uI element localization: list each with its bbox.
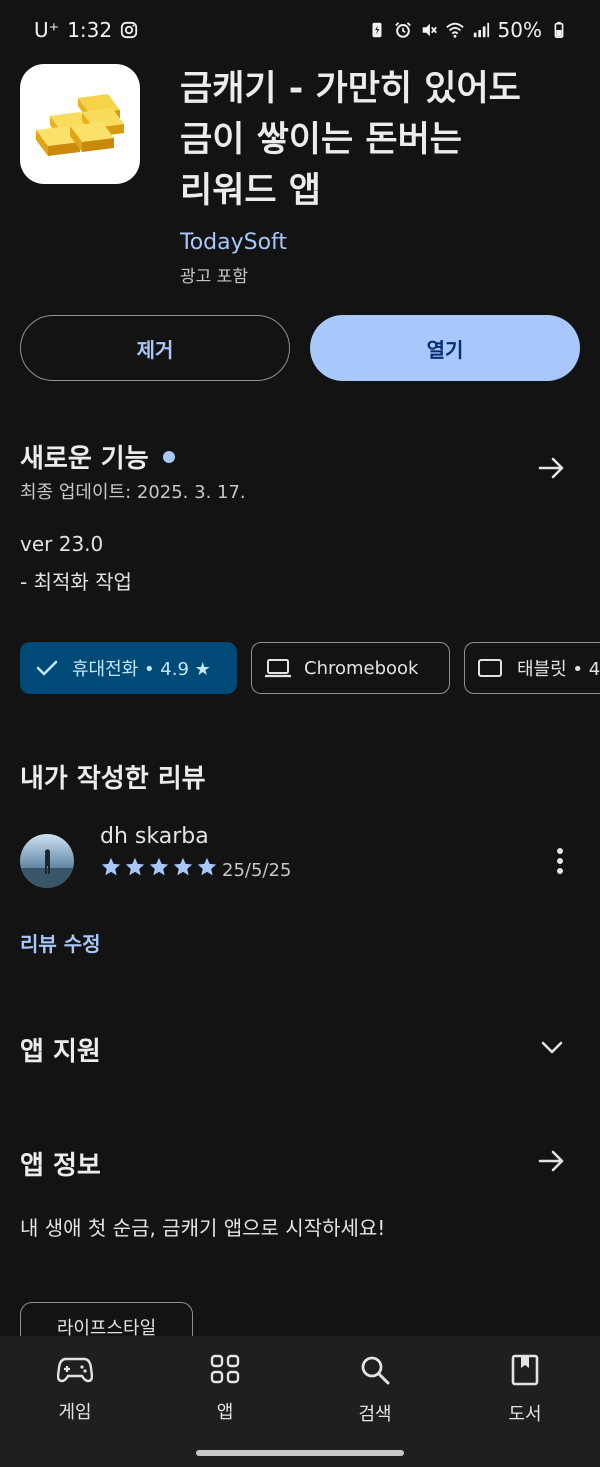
search-icon bbox=[361, 1356, 390, 1385]
signal-icon bbox=[473, 22, 489, 38]
nav-apps-label: 앱 bbox=[216, 1402, 234, 1423]
chevron-down-icon[interactable] bbox=[536, 1031, 568, 1063]
app-title: 금캐기 - 가만히 있어도 금이 쌓이는 돈버는 리워드 앱 bbox=[180, 64, 580, 217]
home-indicator[interactable] bbox=[196, 1450, 404, 1456]
nav-books[interactable]: 도서 bbox=[465, 1354, 585, 1426]
laptop-icon bbox=[265, 659, 291, 678]
nav-search-label: 검색 bbox=[358, 1404, 392, 1425]
book-icon bbox=[511, 1354, 539, 1386]
clock: 1:32 bbox=[67, 18, 113, 42]
avatar bbox=[20, 834, 74, 888]
nav-games[interactable]: 게임 bbox=[15, 1354, 135, 1424]
check-icon bbox=[36, 660, 58, 676]
app-info-title[interactable]: 앱 정보 bbox=[20, 1145, 101, 1182]
star-icon bbox=[125, 857, 145, 876]
chip-chromebook[interactable]: Chromebook bbox=[251, 642, 450, 694]
nav-search[interactable]: 검색 bbox=[315, 1354, 435, 1426]
chip-tablet[interactable]: 태블릿 • 4 bbox=[464, 642, 600, 694]
status-bar: U⁺ 1:32 50% bbox=[0, 0, 600, 62]
app-title-line: 금캐기 - 가만히 있어도 bbox=[180, 69, 521, 109]
nav-games-label: 게임 bbox=[58, 1402, 92, 1423]
star-icon bbox=[101, 857, 121, 876]
bottom-navigation: 게임 앱 검색 도서 bbox=[0, 1336, 600, 1467]
battery-icon bbox=[554, 21, 564, 39]
app-title-line: 금이 쌓이는 돈버는 bbox=[180, 120, 462, 160]
battery-percent: 50% bbox=[497, 18, 542, 42]
chip-phone-label: 휴대전화 • 4.9 ★ bbox=[72, 659, 211, 680]
wifi-icon bbox=[445, 22, 464, 38]
star-icon bbox=[173, 857, 193, 876]
tablet-icon bbox=[478, 659, 502, 677]
app-icon bbox=[20, 64, 140, 184]
last-updated: 최종 업데이트: 2025. 3. 17. bbox=[20, 482, 246, 503]
whats-new-section[interactable]: 새로운 기능 bbox=[20, 438, 175, 475]
more-options-icon[interactable] bbox=[550, 846, 570, 876]
alarm-icon bbox=[394, 22, 411, 38]
update-note: - 최적화 작업 bbox=[20, 570, 132, 594]
edit-review-link[interactable]: 리뷰 수정 bbox=[20, 928, 101, 957]
ads-notice: 광고 포함 bbox=[180, 267, 248, 287]
developer-link[interactable]: TodaySoft bbox=[180, 230, 287, 255]
app-support-title[interactable]: 앱 지원 bbox=[20, 1031, 101, 1068]
arrow-right-icon[interactable] bbox=[536, 452, 568, 484]
review-date: 25/5/25 bbox=[222, 860, 292, 881]
arrow-right-icon[interactable] bbox=[536, 1145, 568, 1177]
new-indicator-dot bbox=[162, 450, 175, 463]
version-text: ver 23.0 bbox=[20, 532, 104, 556]
chip-chromebook-label: Chromebook bbox=[304, 657, 419, 679]
gamepad-icon bbox=[57, 1357, 93, 1383]
carrier-label: U⁺ bbox=[34, 18, 60, 42]
battery-saver-icon bbox=[372, 22, 382, 38]
app-title-line: 리워드 앱 bbox=[180, 171, 321, 211]
apps-grid-icon bbox=[210, 1354, 240, 1384]
whats-new-title: 새로운 기능 bbox=[20, 444, 149, 474]
app-description: 내 생애 첫 순금, 금캐기 앱으로 시작하세요! bbox=[20, 1216, 386, 1240]
nav-apps[interactable]: 앱 bbox=[165, 1354, 285, 1424]
gold-bars-icon bbox=[36, 94, 124, 156]
star-icon bbox=[149, 857, 169, 876]
instagram-icon bbox=[121, 21, 138, 39]
avatar-photo bbox=[20, 834, 74, 888]
mute-icon bbox=[422, 23, 437, 37]
reviewer-name: dh skarba bbox=[100, 824, 209, 849]
star-icon bbox=[197, 857, 217, 876]
chip-tablet-label: 태블릿 • 4 bbox=[517, 659, 600, 680]
nav-books-label: 도서 bbox=[508, 1404, 542, 1425]
my-review-title: 내가 작성한 리뷰 bbox=[20, 764, 206, 794]
open-button[interactable]: 열기 bbox=[310, 315, 580, 381]
chip-phone[interactable]: 휴대전화 • 4.9 ★ bbox=[20, 642, 237, 694]
rating-stars bbox=[100, 856, 218, 878]
uninstall-button[interactable]: 제거 bbox=[20, 315, 290, 381]
